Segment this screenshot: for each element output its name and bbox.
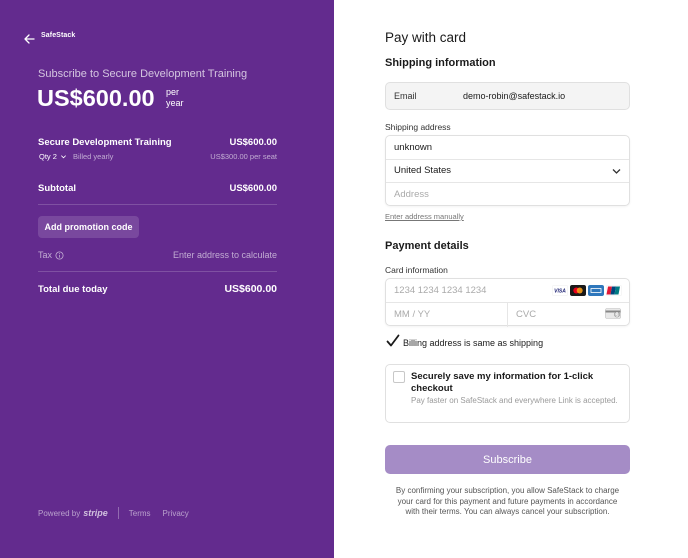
back-arrow-icon[interactable] [22,32,36,46]
email-value: demo-robin@safestack.io [463,91,566,101]
add-promotion-code-button[interactable]: Add promotion code [38,216,139,238]
legal-text: By confirming your subscription, you all… [395,486,620,516]
price-period-line2: year [166,98,184,108]
name-input[interactable]: unknown [386,136,629,160]
card-number-input[interactable]: 1234 1234 1234 1234 VISA [386,279,629,303]
save-info-box: Securely save my information for 1-click… [385,364,630,423]
payment-form-panel: Pay with card Shipping information Email… [334,0,688,558]
powered-by-text: Powered by [38,508,81,518]
divider [38,204,277,205]
line-item-price: US$600.00 [229,137,277,148]
chevron-down-icon [612,168,621,174]
subtotal-label: Subtotal [38,183,76,194]
save-info-description: Pay faster on SafeStack and everywhere L… [411,396,618,405]
tax-label: Tax [38,250,64,260]
price-period: per year [166,87,184,109]
country-select[interactable]: United States [386,160,629,183]
total-due-label: Total due today [38,284,108,295]
svg-text:123: 123 [615,312,620,316]
stripe-logo[interactable]: stripe [83,508,108,518]
expiry-placeholder: MM / YY [394,309,431,320]
visa-icon: VISA [552,285,568,296]
total-due-value: US$600.00 [224,283,277,295]
page-title: Pay with card [385,30,467,45]
card-information-group: 1234 1234 1234 1234 VISA MM / YY CVC 123 [385,278,630,327]
line-item-name: Secure Development Training [38,137,172,148]
enter-address-manually-link[interactable]: Enter address manually [385,212,464,221]
order-summary-panel: SafeStack Subscribe to Secure Developmen… [0,0,334,558]
save-info-checkbox[interactable] [393,371,405,383]
expiry-input[interactable]: MM / YY [386,302,508,327]
divider [38,271,277,272]
address-input[interactable]: Address [386,183,629,207]
unionpay-icon [606,285,622,296]
quantity-selector[interactable]: Qty 2 [39,152,67,161]
terms-link[interactable]: Terms [129,509,151,518]
mastercard-icon [570,285,586,296]
subscribe-title: Subscribe to Secure Development Training [38,68,248,80]
quantity-label: Qty 2 [39,152,57,161]
card-brands: VISA [552,285,622,296]
shipping-heading: Shipping information [385,57,496,69]
unit-price: US$300.00 per seat [210,152,277,161]
shipping-address-label: Shipping address [385,122,451,132]
cvc-input[interactable]: CVC 123 [508,303,629,327]
save-info-title[interactable]: Securely save my information for 1-click… [411,371,611,394]
svg-text:VISA: VISA [554,289,566,295]
amex-icon [588,285,604,296]
billing-same-checkbox[interactable] [385,334,401,348]
price-amount: US$600.00 [37,85,155,111]
tax-label-text: Tax [38,250,53,260]
billing-frequency: Billed yearly [73,152,114,161]
price-period-line1: per [166,87,180,97]
tax-value: Enter address to calculate [172,250,277,260]
subtotal-value: US$600.00 [229,183,277,194]
card-information-label: Card information [385,265,448,275]
info-icon[interactable] [55,250,64,260]
name-value: unknown [394,141,433,153]
footer: Powered by stripe Terms Privacy [38,507,189,519]
billing-same-label[interactable]: Billing address is same as shipping [403,338,543,348]
cvc-placeholder: CVC [516,309,537,320]
chevron-down-icon [60,155,66,159]
subscribe-button[interactable]: Subscribe [385,445,630,474]
payment-details-heading: Payment details [385,240,469,252]
brand-logo: SafeStack [41,32,76,39]
privacy-link[interactable]: Privacy [163,509,189,518]
address-placeholder: Address [394,189,429,201]
footer-separator [117,507,119,519]
shipping-address-group: unknown United States Address [385,135,630,206]
email-field: Email demo-robin@safestack.io [385,82,630,110]
country-value: United States [394,165,452,177]
cvc-card-icon: 123 [605,307,621,319]
card-number-placeholder: 1234 1234 1234 1234 [394,284,487,296]
email-label: Email [394,91,417,101]
